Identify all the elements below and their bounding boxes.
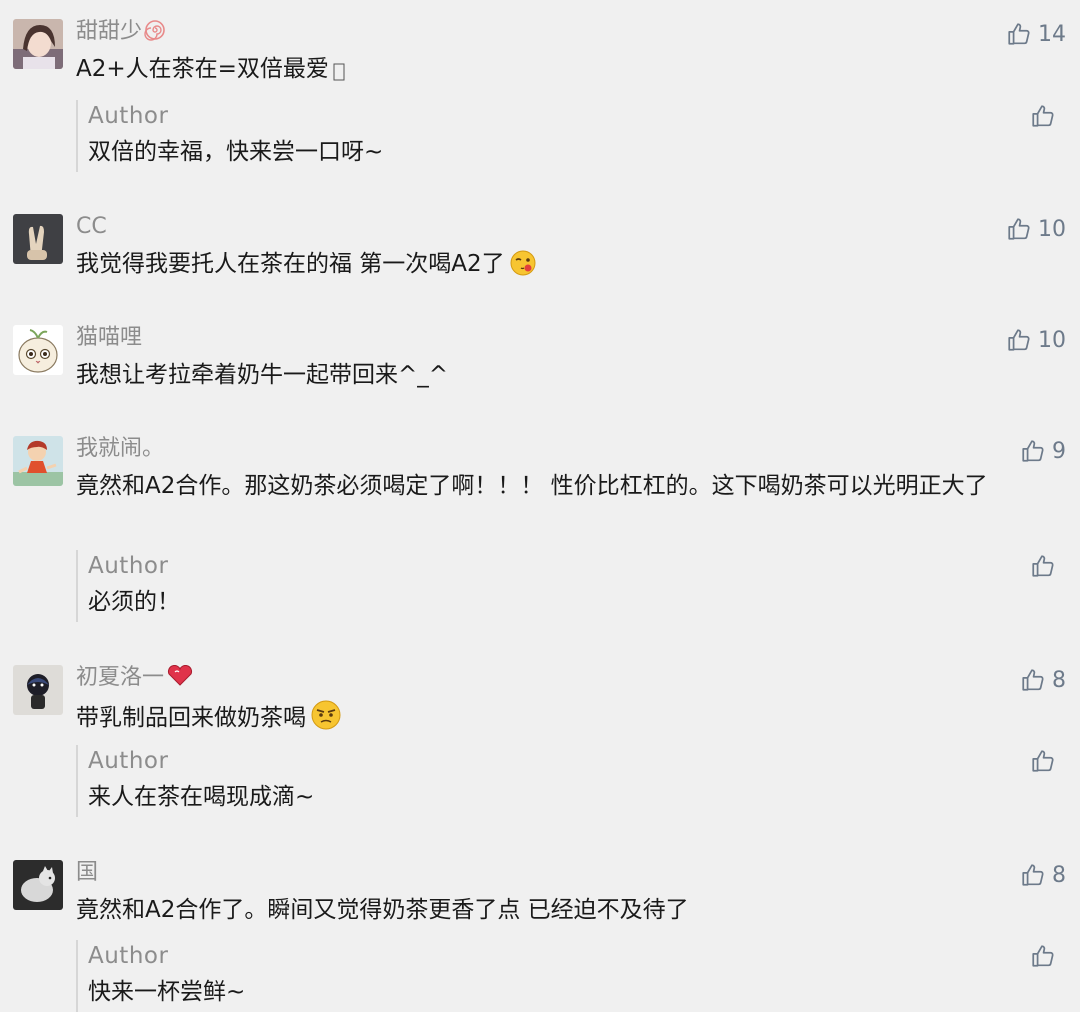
thumbs-up-icon [1030, 105, 1056, 133]
comment-nickname[interactable]: 甜甜少 [76, 17, 166, 50]
thumbs-up-icon [1006, 216, 1032, 242]
comment-text: 竟然和A2合作了。瞬间又觉得奶茶更香了点 已经迫不及待了 [76, 894, 1066, 927]
reply-author-label: Author [88, 748, 169, 774]
comment-nickname[interactable]: 初夏洛一 [76, 663, 194, 696]
like-count: 9 [1052, 438, 1066, 464]
reply-author-label: Author [88, 553, 169, 579]
avatar[interactable] [13, 665, 63, 715]
reply-like-button[interactable] [1030, 553, 1056, 583]
nickname-text: 猫喵哩 [76, 325, 143, 350]
comment-text: 竟然和A2合作。那这奶茶必须喝定了啊！！！ 性价比杠杠的。这下喝奶茶可以光明正大… [76, 470, 1066, 503]
reply-text: 快来一杯尝鲜~ [88, 979, 246, 1005]
nickname-text: CC [76, 214, 107, 239]
thumbs-up-icon [1020, 438, 1046, 464]
reply-text: 必须的！ [88, 589, 180, 615]
reply-author-label: Author [88, 943, 169, 969]
reply-author-label: Author [88, 103, 169, 129]
avatar[interactable] [13, 325, 63, 375]
reply-text: 双倍的幸福，快来尝一口呀~ [88, 139, 384, 165]
avatar[interactable] [13, 19, 63, 69]
like-button[interactable]: 9 [1020, 436, 1066, 466]
comment-nickname[interactable]: 猫喵哩 [76, 323, 142, 353]
like-button[interactable]: 10 [1006, 325, 1066, 355]
like-count: 8 [1052, 667, 1066, 693]
author-reply: Author 必须的！ [76, 550, 1066, 622]
comment-text-content: A2+人在茶在=双倍最爱 [76, 56, 329, 82]
author-reply: Author 快来一杯尝鲜~ [76, 940, 1066, 1012]
nickname-text: 国 [76, 860, 99, 885]
nickname-text: 我就闹。 [76, 436, 165, 461]
thumbs-up-icon [1030, 945, 1056, 973]
comment-text: 我想让考拉牵着奶牛一起带回来^_^ [76, 359, 1066, 392]
like-count: 8 [1052, 862, 1066, 888]
heart-badge-icon [166, 664, 194, 696]
like-button[interactable]: 14 [1006, 19, 1066, 49]
thumbs-up-icon [1020, 667, 1046, 693]
comment-text-content: 竟然和A2合作了。瞬间又觉得奶茶更香了点 已经迫不及待了 [76, 897, 689, 923]
spiral-badge-icon [144, 19, 166, 50]
missing-glyph-icon [333, 59, 345, 92]
author-reply: Author 双倍的幸福，快来尝一口呀~ [76, 100, 1066, 172]
reply-like-button[interactable] [1030, 748, 1056, 778]
thumbs-up-icon [1020, 862, 1046, 888]
reply-like-button[interactable] [1030, 943, 1056, 973]
like-button[interactable]: 10 [1006, 214, 1066, 244]
thinking-face-emoji-icon [310, 699, 342, 741]
avatar[interactable] [13, 214, 63, 264]
comment-text: 带乳制品回来做奶茶喝 [76, 699, 1066, 741]
comment-nickname[interactable]: 国 [76, 858, 98, 888]
thumbs-up-icon [1006, 21, 1032, 47]
thumbs-up-icon [1006, 327, 1032, 353]
avatar[interactable] [13, 436, 63, 486]
like-button[interactable]: 8 [1020, 860, 1066, 890]
comment-nickname[interactable]: 我就闹。 [76, 434, 164, 464]
avatar[interactable] [13, 860, 63, 910]
comment-text-content: 我想让考拉牵着奶牛一起带回来^_^ [76, 362, 449, 388]
comment-text: 我觉得我要托人在茶在的福 第一次喝A2了 [76, 248, 1066, 287]
comment-text-content: 我觉得我要托人在茶在的福 第一次喝A2了 [76, 251, 505, 277]
nickname-text: 初夏洛一 [76, 665, 165, 690]
comment-text-content: 带乳制品回来做奶茶喝 [76, 705, 306, 731]
thumbs-up-icon [1030, 750, 1056, 778]
nickname-text: 甜甜少 [76, 19, 143, 44]
reply-text: 来人在茶在喝现成滴~ [88, 784, 315, 810]
reply-like-button[interactable] [1030, 103, 1056, 133]
like-count: 14 [1038, 21, 1066, 47]
comment-text-content: 竟然和A2合作。那这奶茶必须喝定了啊！！！ 性价比杠杠的。这下喝奶茶可以光明正大… [76, 473, 988, 499]
author-reply: Author 来人在茶在喝现成滴~ [76, 745, 1066, 817]
comment-text: A2+人在茶在=双倍最爱 [76, 53, 1066, 92]
wink-kiss-emoji-icon [509, 249, 537, 287]
comment-feed: 甜甜少 A2+人在茶在=双倍最爱 14 Author 双倍的幸福，快来尝一口呀~… [0, 0, 1080, 1012]
comment-nickname[interactable]: CC [76, 212, 107, 242]
like-button[interactable]: 8 [1020, 665, 1066, 695]
thumbs-up-icon [1030, 555, 1056, 583]
like-count: 10 [1038, 216, 1066, 242]
like-count: 10 [1038, 327, 1066, 353]
